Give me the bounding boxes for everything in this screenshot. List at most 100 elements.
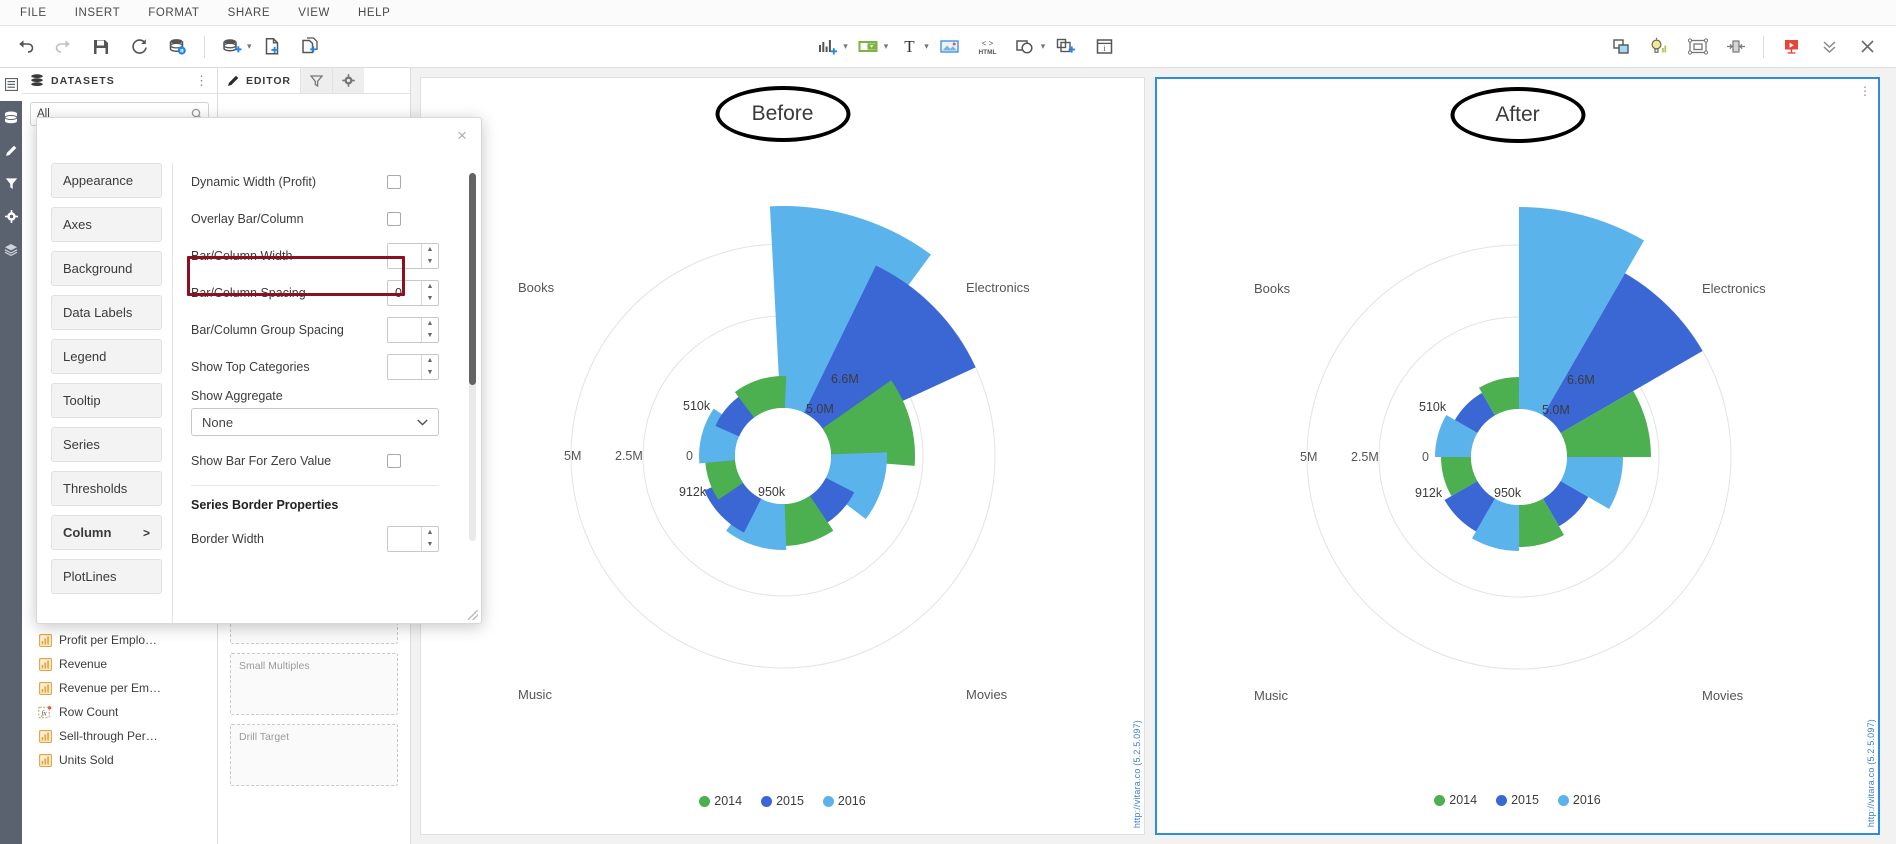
menu-item-format[interactable]: FORMAT [134,0,213,26]
legend-item-2016[interactable]: 2016 [1557,793,1601,807]
tab-filter[interactable] [299,68,332,93]
overlay-bar-column-checkbox[interactable] [387,211,401,226]
list-item[interactable]: Sell-through Per… [22,724,217,748]
close-icon[interactable] [1848,28,1886,66]
show-bar-for-zero-value-checkbox[interactable] [387,453,401,468]
list-item[interactable]: Units Sold [22,748,217,772]
dialog-close-icon[interactable]: × [457,127,467,144]
nav-item-appearance[interactable]: Appearance [51,163,162,198]
save-icon[interactable] [82,28,120,66]
bar-column-group-spacing-stepper[interactable]: ▲ ▼ [387,316,439,343]
dropzone-small-multiples[interactable]: Small Multiples [230,653,398,715]
polar-chart-after[interactable]: Books Electronics Music Movies 5M 2.5M 0… [1157,145,1878,765]
bar-column-width-stepper[interactable]: ▲ ▼ [387,242,439,269]
stepper-arrows[interactable]: ▲ ▼ [421,354,438,379]
stepper-arrows[interactable]: ▲ ▼ [421,317,438,342]
stepper-arrows[interactable]: ▲ ▼ [421,280,438,305]
nav-item-tooltip[interactable]: Tooltip [51,383,162,418]
menu-item-insert[interactable]: INSERT [61,0,135,26]
list-item[interactable]: fx Row Count [22,700,217,724]
tab-settings[interactable] [331,68,364,93]
redo-icon[interactable] [44,28,82,66]
stepper-arrows[interactable]: ▲ ▼ [421,526,438,551]
duplicate-page-icon[interactable] [292,28,330,66]
chevron-down-icon[interactable] [417,418,428,426]
chevrons-down-icon[interactable] [1810,28,1848,66]
database-pause-icon[interactable] [158,28,196,66]
datasets-menu-kebab-icon[interactable]: ⋮ [195,73,209,89]
legend-item-2014[interactable]: 2014 [1434,793,1477,807]
legend-item-2014[interactable]: 2014 [699,794,742,808]
stepper-value[interactable] [388,355,421,379]
arrange-icon[interactable] [1603,28,1641,66]
show-aggregate-select[interactable]: None [191,408,439,436]
stepper-down-icon[interactable]: ▼ [422,293,438,305]
watermark-after[interactable]: http://vitara.co (5.2.5.097) [1866,719,1876,827]
border-width-stepper[interactable]: ▲ ▼ [387,525,439,552]
bar-column-spacing-stepper[interactable]: 0 ▲ ▼ [387,279,439,306]
watermark-before[interactable]: http://vitara.co (5.2.5.097) [1132,720,1142,828]
nav-item-data-labels[interactable]: Data Labels [51,295,162,330]
stepper-arrows[interactable]: ▲ ▼ [421,243,438,268]
add-html-icon[interactable]: < > HTML [969,28,1007,66]
polar-chart-before-svg[interactable] [421,144,1146,764]
add-shape-icon[interactable] [1007,28,1045,66]
stepper-down-icon[interactable]: ▼ [422,256,438,268]
rail-filter-funnel-icon[interactable] [0,167,22,200]
chart-card-before[interactable]: Before Books Electronics Music Movies 5M… [420,77,1145,835]
tab-editor[interactable]: EDITOR [218,68,300,93]
stepper-value[interactable] [388,527,421,551]
polar-chart-before[interactable]: Books Electronics Music Movies 5M 2.5M 0… [421,144,1144,764]
stepper-up-icon[interactable]: ▲ [422,281,438,293]
undo-icon[interactable] [6,28,44,66]
chart-card-after[interactable]: ⋮ After Books Electronics Music Movies 5… [1155,77,1880,835]
add-dataset-icon[interactable] [213,28,251,66]
menu-item-file[interactable]: FILE [6,0,61,26]
stepper-up-icon[interactable]: ▲ [422,355,438,367]
nav-item-plotlines[interactable]: PlotLines [51,559,162,594]
stepper-up-icon[interactable]: ▲ [422,527,438,539]
menu-item-help[interactable]: HELP [344,0,404,26]
stepper-down-icon[interactable]: ▼ [422,330,438,342]
stepper-value[interactable]: 0 [388,281,421,305]
stepper-value[interactable] [388,318,421,342]
menu-item-view[interactable]: VIEW [284,0,344,26]
list-item[interactable]: Revenue [22,652,217,676]
legend-item-2015[interactable]: 2015 [1496,793,1539,807]
add-chart-icon[interactable] [809,28,847,66]
list-item[interactable]: Revenue per Em… [22,676,217,700]
polar-chart-after-svg[interactable] [1157,145,1882,765]
stepper-up-icon[interactable]: ▲ [422,318,438,330]
new-page-icon[interactable] [254,28,292,66]
nav-item-axes[interactable]: Axes [51,207,162,242]
refresh-icon[interactable] [120,28,158,66]
add-container-icon[interactable] [1047,28,1085,66]
nav-item-series[interactable]: Series [51,427,162,462]
menu-item-share[interactable]: SHARE [214,0,285,26]
rail-settings-gear-icon[interactable] [0,200,22,233]
legend-item-2016[interactable]: 2016 [822,794,866,808]
collapse-panel-icon[interactable] [1717,28,1755,66]
add-text-icon[interactable]: T [890,28,928,66]
nav-item-background[interactable]: Background [51,251,162,286]
add-image-icon[interactable] [931,28,969,66]
stepper-value[interactable] [388,244,421,268]
rail-datasets-icon[interactable] [0,101,22,134]
show-top-categories-stepper[interactable]: ▲ ▼ [387,353,439,380]
dynamic-width-checkbox[interactable] [387,174,401,189]
rail-layers-icon[interactable] [0,233,22,266]
nav-item-column[interactable]: Column > [51,515,162,550]
legend-item-2015[interactable]: 2015 [761,794,804,808]
dropzone-drill-target[interactable]: Drill Target [230,724,398,786]
fit-to-screen-icon[interactable] [1679,28,1717,66]
nav-item-legend[interactable]: Legend [51,339,162,374]
rail-editor-pencil-icon[interactable] [0,134,22,167]
chart-card-menu-kebab-icon[interactable]: ⋮ [1859,84,1872,98]
add-filter-icon[interactable] [850,28,888,66]
add-info-panel-icon[interactable]: i [1085,28,1123,66]
present-icon[interactable] [1772,28,1810,66]
nav-item-thresholds[interactable]: Thresholds [51,471,162,506]
insights-icon[interactable] [1641,28,1679,66]
list-item[interactable]: Profit per Emplo… [22,628,217,652]
rail-pages-icon[interactable] [0,68,22,101]
